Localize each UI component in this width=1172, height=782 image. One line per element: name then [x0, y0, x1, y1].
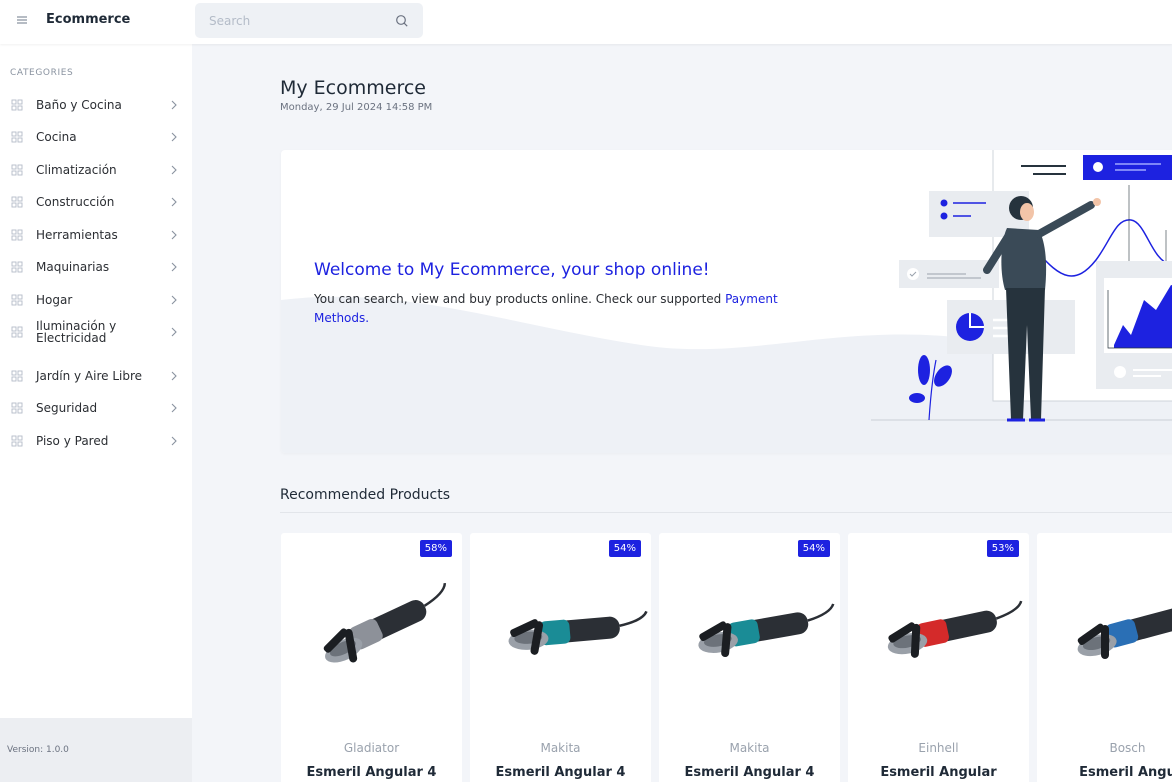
product-image	[887, 600, 1023, 658]
sidebar-item-label: Climatización	[36, 163, 117, 177]
page-title: My Ecommerce	[280, 77, 426, 99]
grid-icon	[11, 402, 23, 414]
app-title: Ecommerce	[46, 12, 131, 27]
grid-icon	[11, 370, 23, 382]
hamburger-icon[interactable]	[14, 12, 30, 28]
chevron-right-icon	[171, 230, 177, 240]
search-icon[interactable]	[395, 14, 409, 28]
recommended-title: Recommended Products	[280, 487, 451, 503]
product-image	[508, 610, 648, 655]
sidebar-item[interactable]: Maquinarias	[0, 252, 192, 282]
grid-icon	[11, 261, 23, 273]
chevron-right-icon	[171, 327, 177, 337]
welcome-title: Welcome to My Ecommerce, your shop onlin…	[314, 260, 710, 280]
discount-badge: 58%	[419, 540, 452, 557]
product-name: Esmeril Angular 4	[684, 765, 815, 780]
sidebar-item-label: Cocina	[36, 130, 77, 144]
discount-badge: 54%	[797, 540, 830, 557]
discount-badge: 53%	[986, 540, 1019, 557]
product-card[interactable]: 53% Einhell Esmeril Angular	[848, 533, 1029, 782]
product-card[interactable]: 58% Gladiator Esmeril Angular 4	[281, 533, 462, 782]
sidebar-item-label: Hogar	[36, 293, 73, 307]
product-image	[323, 582, 447, 663]
product-card[interactable]: 54% Makita Esmeril Angular 4	[659, 533, 840, 782]
product-brand: Makita	[729, 741, 770, 755]
sidebar-item[interactable]: Jardín y Aire Libre	[0, 361, 192, 391]
sidebar-item-label: Herramientas	[36, 228, 118, 242]
sidebar-item-label: Piso y Pared	[36, 434, 109, 448]
sidebar-item-label: Iluminación y Electricidad	[36, 319, 117, 345]
chevron-right-icon	[171, 371, 177, 381]
search-input[interactable]	[209, 3, 379, 38]
sidebar: CATEGORIES Baño y Cocina Cocina Climatizac…	[0, 44, 192, 782]
product-brand: Einhell	[918, 741, 959, 755]
product-brand: Gladiator	[343, 741, 400, 755]
chevron-right-icon	[171, 295, 177, 305]
product-name: Esmeril Angu	[1079, 765, 1172, 780]
chevron-right-icon	[171, 436, 177, 446]
dashboard-illustration	[871, 150, 1172, 422]
product-name: Esmeril Angular 4	[495, 765, 626, 780]
product-name: Esmeril Angular 4	[306, 765, 437, 780]
product-image	[698, 603, 835, 657]
grid-icon	[11, 326, 23, 338]
chevron-right-icon	[171, 197, 177, 207]
welcome-text: You can search, view and buy products on…	[314, 290, 814, 328]
grid-icon	[11, 435, 23, 447]
sidebar-item-label: Seguridad	[36, 401, 98, 415]
product-card[interactable]: Bosch Esmeril Angu	[1037, 533, 1172, 782]
version-footer: Version: 1.0.0	[0, 718, 192, 782]
sidebar-item-label: Construcción	[36, 195, 115, 209]
product-card[interactable]: 54% Makita Esmeril Angular 4	[470, 533, 651, 782]
discount-badge: 54%	[608, 540, 641, 557]
welcome-text-body: You can search, view and buy products on…	[314, 292, 726, 306]
page-date: Monday, 29 Jul 2024 14:58 PM	[280, 102, 433, 113]
sidebar-item[interactable]: Climatización	[0, 155, 192, 185]
grid-icon	[11, 229, 23, 241]
product-brand: Bosch	[1109, 741, 1146, 755]
sidebar-item-label: Baño y Cocina	[36, 98, 122, 112]
sidebar-item[interactable]: Cocina	[0, 122, 192, 152]
divider	[280, 512, 1172, 513]
sidebar-item[interactable]: Hogar	[0, 285, 192, 315]
welcome-banner: Welcome to My Ecommerce, your shop onlin…	[281, 150, 1172, 453]
sidebar-item[interactable]: Piso y Pared	[0, 426, 192, 456]
grid-icon	[11, 294, 23, 306]
chevron-right-icon	[171, 262, 177, 272]
grid-icon	[11, 99, 23, 111]
product-image	[1077, 608, 1172, 659]
chevron-right-icon	[171, 132, 177, 142]
search-box	[195, 3, 423, 38]
product-name: Esmeril Angular	[880, 765, 997, 780]
sidebar-item-label: Maquinarias	[36, 260, 110, 274]
categories-heading: CATEGORIES	[10, 68, 74, 78]
sidebar-item[interactable]: Herramientas	[0, 220, 192, 250]
sidebar-item[interactable]: Iluminación y Electricidad	[0, 317, 192, 347]
chevron-right-icon	[171, 403, 177, 413]
grid-icon	[11, 196, 23, 208]
grid-icon	[11, 164, 23, 176]
product-brand: Makita	[540, 741, 581, 755]
chevron-right-icon	[171, 165, 177, 175]
version-label: Version: 1.0.0	[7, 745, 69, 755]
grid-icon	[11, 131, 23, 143]
chevron-right-icon	[171, 100, 177, 110]
sidebar-item[interactable]: Construcción	[0, 187, 192, 217]
sidebar-item[interactable]: Baño y Cocina	[0, 90, 192, 120]
sidebar-item[interactable]: Seguridad	[0, 393, 192, 423]
top-bar: Ecommerce	[0, 0, 1172, 44]
sidebar-item-label: Jardín y Aire Libre	[36, 369, 143, 383]
